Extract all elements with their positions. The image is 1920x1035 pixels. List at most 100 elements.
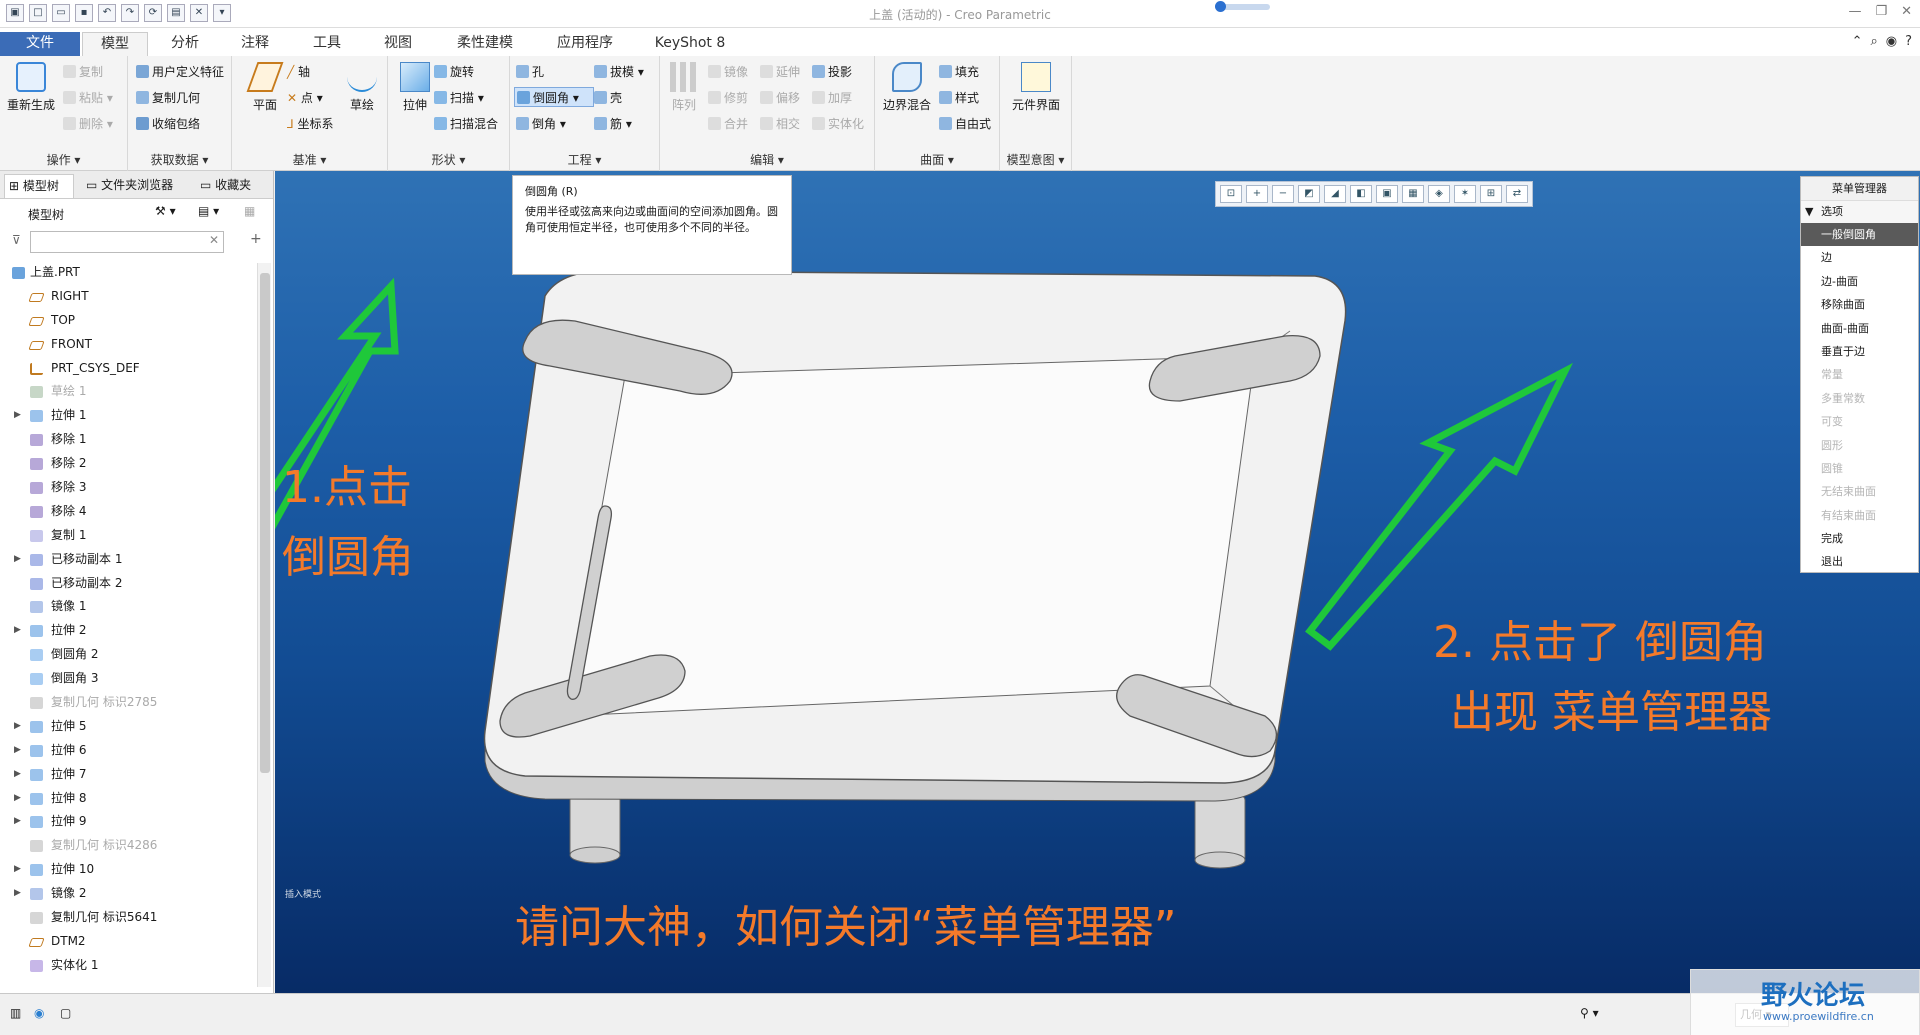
menu-manager-section[interactable]: ▼ 选项 (1801, 201, 1918, 223)
csys-button[interactable]: ⅃ 坐标系 (287, 114, 334, 134)
expand-arrow-icon[interactable]: ▶ (14, 404, 21, 428)
tab-annotate[interactable]: 注释 (225, 32, 285, 56)
expand-arrow-icon[interactable]: ▶ (14, 715, 21, 739)
tab-analysis[interactable]: 分析 (155, 32, 215, 56)
pattern-button[interactable]: 阵列 (664, 62, 704, 113)
group-label-shapes[interactable]: 形状 ▾ (388, 151, 509, 168)
intersect-button[interactable]: 相交 (760, 114, 800, 134)
tree-item[interactable]: RIGHT (0, 285, 255, 309)
search-icon[interactable]: ⌕ (1870, 34, 1877, 49)
copy-geometry-button[interactable]: 复制几何 (136, 88, 200, 108)
menu-item[interactable]: 完成 (1801, 527, 1918, 550)
tree-item[interactable]: 复制几何 标识2785 (0, 691, 255, 715)
tab-flexible-modeling[interactable]: 柔性建模 (445, 32, 525, 56)
minimize-icon[interactable]: — (1848, 4, 1861, 19)
add-icon[interactable]: + (250, 231, 262, 247)
close-icon[interactable]: ✕ (1901, 4, 1912, 19)
tree-scrollbar[interactable] (257, 263, 271, 987)
tree-item[interactable]: 复制几何 标识5641 (0, 906, 255, 930)
menu-item[interactable]: 移除曲面 (1801, 293, 1918, 316)
tree-item[interactable]: 镜像 1 (0, 595, 255, 619)
regenerate-button[interactable]: 重新生成 (6, 62, 56, 113)
tree-item[interactable]: ▶ 拉伸 2 (0, 619, 255, 643)
rib-button[interactable]: 筋 ▾ (594, 114, 632, 134)
group-label-get-data[interactable]: 获取数据 ▾ (128, 151, 231, 168)
expand-arrow-icon[interactable]: ▶ (14, 763, 21, 787)
tree-item[interactable]: 倒圆角 2 (0, 643, 255, 667)
sketch-button[interactable]: 草绘 (340, 62, 384, 113)
axis-button[interactable]: ╱ 轴 (287, 62, 310, 82)
thicken-button[interactable]: 加厚 (812, 88, 852, 108)
fill-button[interactable]: 填充 (939, 62, 979, 82)
tree-item[interactable]: 草绘 1 (0, 380, 255, 404)
trim-button[interactable]: 修剪 (708, 88, 748, 108)
swept-blend-button[interactable]: 扫描混合 (434, 114, 498, 134)
tree-item[interactable]: 上盖.PRT (0, 261, 255, 285)
draft-button[interactable]: 拔模 ▾ (594, 62, 644, 82)
group-label-datum[interactable]: 基准 ▾ (232, 151, 387, 168)
find-icon[interactable]: ⚲ ▾ (1580, 1006, 1599, 1020)
tab-file[interactable]: 文件 (0, 32, 80, 56)
menu-item[interactable]: 曲面-曲面 (1801, 317, 1918, 340)
sweep-button[interactable]: 扫描 ▾ (434, 88, 484, 108)
tree-item[interactable]: 倒圆角 3 (0, 667, 255, 691)
menu-item[interactable]: 垂直于边 (1801, 340, 1918, 363)
component-interface-button[interactable]: 元件界面 (1008, 62, 1064, 113)
tree-item[interactable]: PRT_CSYS_DEF (0, 357, 255, 381)
shrinkwrap-button[interactable]: 收缩包络 (136, 114, 200, 134)
menu-item[interactable]: 退出 (1801, 550, 1918, 573)
tree-item[interactable]: ▶ 拉伸 6 (0, 739, 255, 763)
tree-columns-icon[interactable]: ▤ ▾ (198, 204, 219, 218)
help-icon[interactable]: ? (1905, 34, 1912, 49)
delete-button[interactable]: 删除 ▾ (63, 114, 113, 134)
paste-button[interactable]: 粘贴 ▾ (63, 88, 113, 108)
tab-favorites[interactable]: ▭ 收藏夹 (196, 174, 266, 198)
tree-item[interactable]: ▶ 拉伸 7 (0, 763, 255, 787)
group-label-operations[interactable]: 操作 ▾ (0, 151, 127, 168)
tree-filter-items-icon[interactable]: ▦ (244, 204, 255, 218)
clear-search-icon[interactable]: ✕ (209, 233, 219, 247)
menu-item[interactable]: 一般倒圆角 (1801, 223, 1918, 247)
tab-folder-browser[interactable]: ▭ 文件夹浏览器 (82, 174, 186, 198)
tab-model[interactable]: 模型 (82, 32, 148, 56)
graphics-viewport[interactable]: ⊡ + − ◩ ◢ ◧ ▣ ▦ ◈ ✶ ⊞ ⇄ 1.点击 倒圆角 2. 点击了 … (275, 171, 1920, 993)
project-button[interactable]: 投影 (812, 62, 852, 82)
boundary-blend-button[interactable]: 边界混合 (881, 62, 933, 113)
expand-arrow-icon[interactable]: ▶ (14, 787, 21, 811)
scrollbar-thumb[interactable] (260, 273, 270, 773)
tree-item[interactable]: 移除 1 (0, 428, 255, 452)
expand-arrow-icon[interactable]: ▶ (14, 810, 21, 834)
group-label-surfaces[interactable]: 曲面 ▾ (875, 151, 999, 168)
plane-button[interactable]: 平面 (240, 62, 290, 113)
tree-item[interactable]: ▶ 已移动副本 1 (0, 548, 255, 572)
tab-applications[interactable]: 应用程序 (545, 32, 625, 56)
navigator-toggle-icon[interactable]: ▥ (10, 1006, 21, 1020)
group-label-editing[interactable]: 编辑 ▾ (660, 151, 874, 168)
merge-button[interactable]: 合并 (708, 114, 748, 134)
tree-settings-icon[interactable]: ⚒ ▾ (155, 204, 176, 218)
restore-icon[interactable]: ❐ (1875, 4, 1887, 19)
copy-button[interactable]: 复制 (63, 62, 103, 82)
group-label-model-intent[interactable]: 模型意图 ▾ (1000, 151, 1071, 168)
community-icon[interactable]: ◉ (1886, 34, 1897, 49)
expand-arrow-icon[interactable]: ▶ (14, 619, 21, 643)
point-button[interactable]: ✕ 点 ▾ (287, 88, 323, 108)
mirror-button[interactable]: 镜像 (708, 62, 748, 82)
chamfer-button[interactable]: 倒角 ▾ (516, 114, 566, 134)
menu-item[interactable]: 边-曲面 (1801, 270, 1918, 293)
tree-item[interactable]: 复制 1 (0, 524, 255, 548)
group-label-engineering[interactable]: 工程 ▾ (510, 151, 659, 168)
tab-view[interactable]: 视图 (368, 32, 428, 56)
collapse-ribbon-icon[interactable]: ⌃ (1852, 34, 1863, 49)
tree-item[interactable]: ▶ 拉伸 5 (0, 715, 255, 739)
udf-button[interactable]: 用户定义特征 (136, 62, 224, 82)
tree-item[interactable]: 移除 3 (0, 476, 255, 500)
tree-item[interactable]: FRONT (0, 333, 255, 357)
extend-button[interactable]: 延伸 (760, 62, 800, 82)
tree-item[interactable]: ▶ 拉伸 10 (0, 858, 255, 882)
offset-button[interactable]: 偏移 (760, 88, 800, 108)
tree-search-input[interactable] (30, 231, 224, 253)
tree-item[interactable]: DTM2 (0, 930, 255, 954)
style-button[interactable]: 样式 (939, 88, 979, 108)
tab-tools[interactable]: 工具 (297, 32, 357, 56)
